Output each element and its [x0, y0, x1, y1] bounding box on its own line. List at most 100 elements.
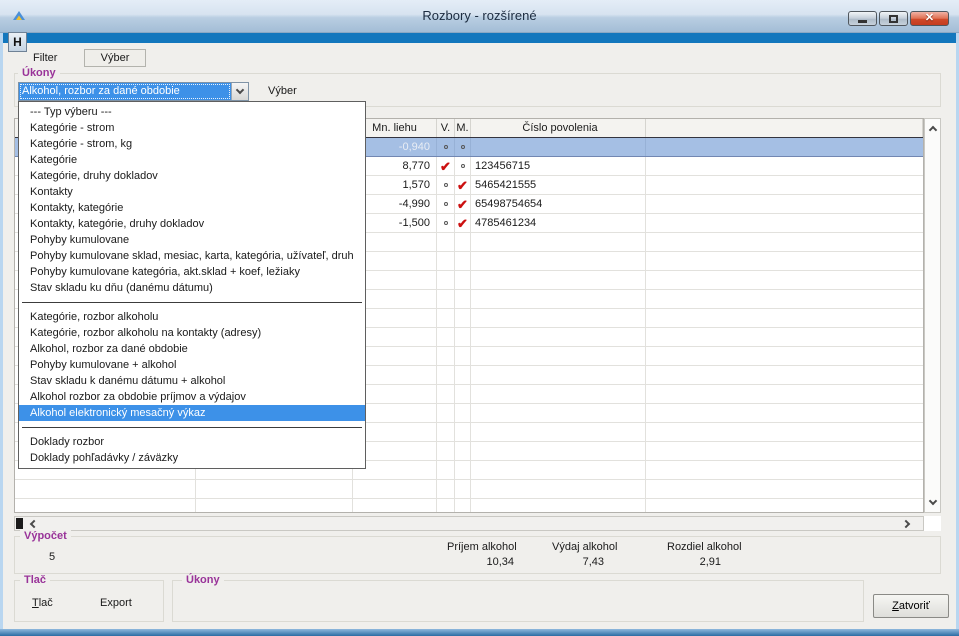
- table-cell: [646, 271, 923, 289]
- print-button[interactable]: Tlač: [32, 597, 53, 609]
- dropdown-item[interactable]: Kategórie - strom, kg: [19, 136, 365, 152]
- stat-value: 10,34: [447, 556, 517, 568]
- titlebar: Rozbory - rozšírené ✕: [0, 0, 959, 33]
- circle-icon: [444, 202, 448, 206]
- table-cell: ✔: [437, 157, 455, 175]
- table-cell: [196, 499, 353, 513]
- close-dialog-button[interactable]: Zatvoriť: [873, 594, 949, 618]
- dropdown-item[interactable]: Kontakty, kategórie, druhy dokladov: [19, 216, 365, 232]
- table-cell: [646, 214, 923, 232]
- table-cell: [437, 461, 455, 479]
- grid-header-cell[interactable]: V.: [437, 119, 455, 137]
- maximize-button[interactable]: [879, 11, 908, 26]
- table-cell: [437, 404, 455, 422]
- dropdown-item[interactable]: Kategórie - strom: [19, 120, 365, 136]
- circle-icon: [461, 145, 465, 149]
- minimize-button[interactable]: [848, 11, 877, 26]
- dropdown-item[interactable]: Pohyby kumulovane: [19, 232, 365, 248]
- ukony-bottom-groupbox: [172, 580, 864, 622]
- table-cell: [646, 195, 923, 213]
- table-cell: [353, 499, 437, 513]
- grid-header-cell[interactable]: Číslo povolenia: [471, 119, 646, 137]
- stat-vydaj-alkohol: Výdaj alkohol 7,43: [552, 541, 618, 568]
- dropdown-item[interactable]: --- Typ výberu ---: [19, 104, 365, 120]
- check-icon: ✔: [457, 217, 468, 230]
- table-cell: [471, 461, 646, 479]
- table-cell: [471, 385, 646, 403]
- check-icon: ✔: [440, 160, 451, 173]
- dropdown-item[interactable]: Doklady pohľadávky / záväzky: [19, 450, 365, 466]
- report-type-combobox[interactable]: Alkohol, rozbor za dané obdobie: [18, 82, 249, 101]
- dropdown-item[interactable]: Alkohol elektronický mesačný výkaz: [19, 405, 365, 421]
- close-button[interactable]: ✕: [910, 11, 949, 26]
- table-cell: [353, 480, 437, 498]
- chevron-down-icon: [236, 86, 244, 94]
- stat-prijem-alkohol: Príjem alkohol 10,34: [447, 541, 517, 568]
- dropdown-item[interactable]: Pohyby kumulovane + alkohol: [19, 357, 365, 373]
- vypocet-value: 5: [40, 551, 64, 563]
- dropdown-item[interactable]: Doklady rozbor: [19, 434, 365, 450]
- scroll-up-icon[interactable]: [929, 126, 937, 134]
- table-cell: [455, 499, 471, 513]
- dropdown-item[interactable]: Kategórie, druhy dokladov: [19, 168, 365, 184]
- table-cell: [646, 347, 923, 365]
- dropdown-item[interactable]: Stav skladu ku dňu (danému dátumu): [19, 280, 365, 296]
- h-button[interactable]: H: [8, 32, 27, 52]
- dropdown-item[interactable]: Kategórie, rozbor alkoholu na kontakty (…: [19, 325, 365, 341]
- table-cell: [437, 309, 455, 327]
- table-cell: [455, 252, 471, 270]
- table-cell: [455, 442, 471, 460]
- tab-vyber[interactable]: Výber: [84, 49, 146, 67]
- vertical-scrollbar[interactable]: [924, 118, 941, 513]
- table-row[interactable]: [15, 480, 923, 499]
- scroll-down-icon[interactable]: [929, 497, 937, 505]
- dropdown-item[interactable]: Kontakty: [19, 184, 365, 200]
- table-cell: 5465421555: [471, 176, 646, 194]
- tlac-group-label: Tlač: [20, 574, 50, 586]
- hscrollbar-thumb[interactable]: [16, 518, 23, 529]
- table-cell: [471, 442, 646, 460]
- table-cell: [15, 499, 196, 513]
- table-cell: [437, 195, 455, 213]
- table-row[interactable]: [15, 499, 923, 513]
- table-cell: [437, 480, 455, 498]
- table-cell: [646, 328, 923, 346]
- table-cell: [455, 290, 471, 308]
- table-cell: 65498754654: [471, 195, 646, 213]
- table-cell: [437, 290, 455, 308]
- combobox-selected-value: Alkohol, rozbor za dané obdobie: [19, 83, 231, 100]
- dropdown-item[interactable]: Kontakty, kategórie: [19, 200, 365, 216]
- minimize-icon: [858, 20, 867, 23]
- table-cell: [471, 309, 646, 327]
- stat-value: 7,43: [552, 556, 618, 568]
- horizontal-scrollbar[interactable]: [14, 516, 924, 531]
- dropdown-item[interactable]: Alkohol rozbor za obdobie príjmov a výda…: [19, 389, 365, 405]
- tab-filter[interactable]: Filter: [33, 52, 57, 64]
- table-cell: [646, 461, 923, 479]
- table-cell: 4785461234: [471, 214, 646, 232]
- dropdown-item[interactable]: Pohyby kumulovane sklad, mesiac, karta, …: [19, 248, 365, 264]
- scroll-right-icon[interactable]: [902, 520, 910, 528]
- grid-header-cell[interactable]: M.: [455, 119, 471, 137]
- dropdown-item[interactable]: Stav skladu k danému dátumu + alkohol: [19, 373, 365, 389]
- dropdown-item[interactable]: Kategórie: [19, 152, 365, 168]
- table-cell: [471, 480, 646, 498]
- table-cell: [646, 138, 923, 156]
- table-cell: [646, 252, 923, 270]
- combobox-dropdown-button[interactable]: [231, 83, 248, 100]
- vyber-label: Výber: [268, 85, 297, 97]
- dropdown-item[interactable]: Alkohol, rozbor za dané obdobie: [19, 341, 365, 357]
- ukony-bottom-group-label: Úkony: [182, 574, 224, 586]
- grid-header-cell[interactable]: [646, 119, 923, 137]
- table-cell: [455, 328, 471, 346]
- export-button[interactable]: Export: [100, 597, 132, 609]
- table-cell: [437, 271, 455, 289]
- table-cell: [471, 423, 646, 441]
- table-cell: [455, 157, 471, 175]
- dropdown-item[interactable]: Pohyby kumulovane kategória, akt.sklad +…: [19, 264, 365, 280]
- header-strip: [3, 33, 956, 43]
- dropdown-item[interactable]: Kategórie, rozbor alkoholu: [19, 309, 365, 325]
- scroll-left-icon[interactable]: [30, 520, 38, 528]
- dropdown-separator: [22, 427, 362, 428]
- table-cell: [471, 328, 646, 346]
